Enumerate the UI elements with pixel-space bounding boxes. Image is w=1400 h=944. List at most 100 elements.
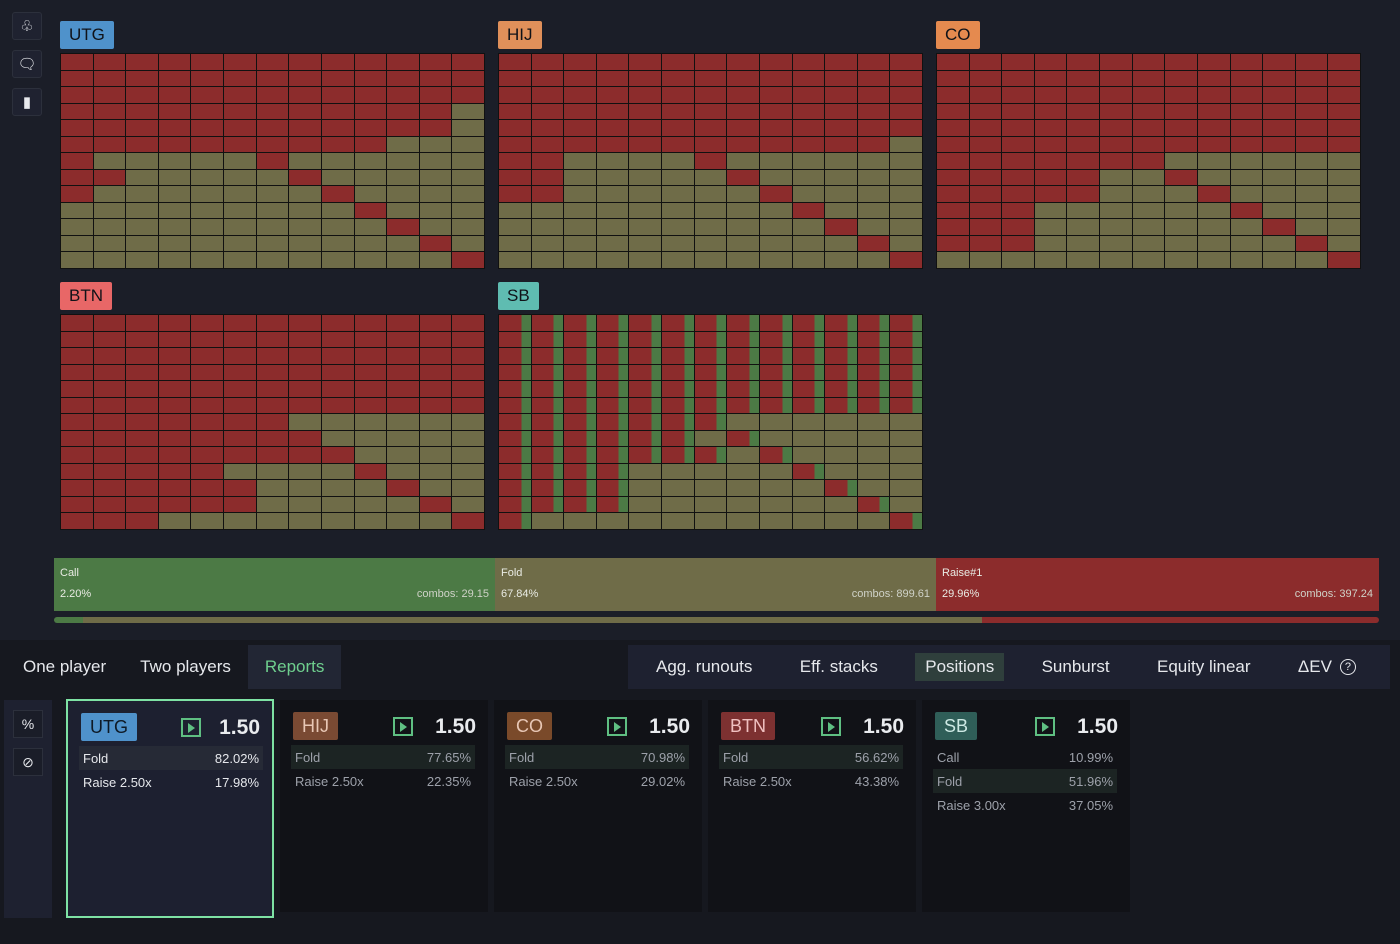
range-cell[interactable] <box>1100 54 1132 70</box>
range-cell[interactable] <box>499 480 531 496</box>
range-cell[interactable] <box>419 463 452 480</box>
range-cell[interactable] <box>727 496 759 513</box>
tab-eff-stacks[interactable]: Eff. stacks <box>790 653 888 681</box>
range-cell[interactable] <box>857 169 890 186</box>
range-cell[interactable] <box>387 463 419 480</box>
range-cell[interactable] <box>890 381 922 397</box>
range-cell[interactable] <box>857 120 890 136</box>
range-cell[interactable] <box>1100 87 1132 103</box>
range-cell[interactable] <box>1230 54 1263 70</box>
range-cell[interactable] <box>792 315 825 331</box>
range-cell[interactable] <box>890 430 922 447</box>
range-cell[interactable] <box>256 169 289 186</box>
range-cell[interactable] <box>857 513 890 529</box>
range-cell[interactable] <box>354 169 387 186</box>
range-cell[interactable] <box>596 120 629 136</box>
range-cell[interactable] <box>662 186 694 202</box>
range-cell[interactable] <box>596 87 629 103</box>
range-cell[interactable] <box>1295 235 1328 252</box>
range-cell[interactable] <box>224 364 256 381</box>
range-cell[interactable] <box>354 54 387 70</box>
range-cell[interactable] <box>564 513 596 529</box>
range-cell[interactable] <box>1100 252 1132 268</box>
range-cell[interactable] <box>890 202 922 219</box>
range-cell[interactable] <box>93 87 126 103</box>
range-cell[interactable] <box>61 252 93 268</box>
range-cell[interactable] <box>321 103 354 120</box>
range-cell[interactable] <box>890 87 922 103</box>
range-cell[interactable] <box>1295 186 1328 202</box>
range-cell[interactable] <box>1067 87 1100 103</box>
range-cell[interactable] <box>564 480 596 496</box>
range-cell[interactable] <box>1230 120 1263 136</box>
range-cell[interactable] <box>61 397 93 414</box>
range-cell[interactable] <box>629 381 662 397</box>
range-cell[interactable] <box>191 364 224 381</box>
range-cell[interactable] <box>1295 103 1328 120</box>
range-cell[interactable] <box>1100 219 1132 235</box>
range-cell[interactable] <box>1034 87 1067 103</box>
range-cell[interactable] <box>158 397 191 414</box>
range-cell[interactable] <box>531 480 564 496</box>
range-cell[interactable] <box>694 513 727 529</box>
range-cell[interactable] <box>126 120 158 136</box>
range-cell[interactable] <box>1230 169 1263 186</box>
tab-two-players[interactable]: Two players <box>123 645 248 689</box>
range-cell[interactable] <box>792 103 825 120</box>
range-cell[interactable] <box>1263 120 1295 136</box>
range-cell[interactable] <box>564 331 596 348</box>
range-cell[interactable] <box>531 364 564 381</box>
range-cell[interactable] <box>354 219 387 235</box>
range-cell[interactable] <box>191 348 224 364</box>
range-cell[interactable] <box>224 348 256 364</box>
range-cell[interactable] <box>759 480 792 496</box>
range-cell[interactable] <box>629 496 662 513</box>
range-cell[interactable] <box>256 70 289 87</box>
range-cell[interactable] <box>387 414 419 430</box>
range-cell[interactable] <box>564 87 596 103</box>
range-cell[interactable] <box>857 447 890 463</box>
range-cell[interactable] <box>452 54 484 70</box>
range-cell[interactable] <box>1132 186 1165 202</box>
range-cell[interactable] <box>629 120 662 136</box>
range-cell[interactable] <box>694 252 727 268</box>
range-cell[interactable] <box>662 463 694 480</box>
range-cell[interactable] <box>191 252 224 268</box>
range-cell[interactable] <box>694 496 727 513</box>
range-cell[interactable] <box>596 496 629 513</box>
range-cell[interactable] <box>890 219 922 235</box>
range-cell[interactable] <box>792 430 825 447</box>
range-cell[interactable] <box>694 430 727 447</box>
range-cell[interactable] <box>1002 186 1034 202</box>
range-cell[interactable] <box>564 186 596 202</box>
range-cell[interactable] <box>564 235 596 252</box>
range-cell[interactable] <box>792 219 825 235</box>
range-cell[interactable] <box>1295 252 1328 268</box>
range-cell[interactable] <box>759 87 792 103</box>
range-cell[interactable] <box>727 219 759 235</box>
range-cell[interactable] <box>1165 54 1197 70</box>
range-cell[interactable] <box>158 381 191 397</box>
range-cell[interactable] <box>1197 70 1230 87</box>
range-cell[interactable] <box>857 496 890 513</box>
range-cell[interactable] <box>419 120 452 136</box>
range-cell[interactable] <box>890 252 922 268</box>
range-cell[interactable] <box>825 315 857 331</box>
range-cell[interactable] <box>1100 120 1132 136</box>
range-cell[interactable] <box>1067 219 1100 235</box>
range-cell[interactable] <box>126 136 158 153</box>
range-cell[interactable] <box>224 513 256 529</box>
range-cell[interactable] <box>1230 153 1263 169</box>
range-cell[interactable] <box>890 447 922 463</box>
range-cell[interactable] <box>969 87 1002 103</box>
range-cell[interactable] <box>499 513 531 529</box>
range-cell[interactable] <box>1197 186 1230 202</box>
range-cell[interactable] <box>499 414 531 430</box>
range-cell[interactable] <box>499 235 531 252</box>
range-cell[interactable] <box>1230 136 1263 153</box>
range-cell[interactable] <box>629 169 662 186</box>
range-cell[interactable] <box>857 103 890 120</box>
range-cell[interactable] <box>759 496 792 513</box>
range-cell[interactable] <box>1100 136 1132 153</box>
range-cell[interactable] <box>825 252 857 268</box>
